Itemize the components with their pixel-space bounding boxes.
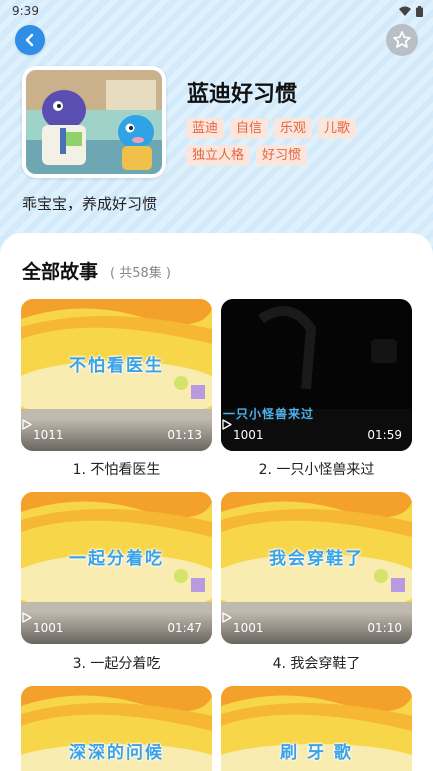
episode-card[interactable]: 深深的问候 (21, 686, 212, 771)
wifi-icon (399, 6, 411, 16)
play-icon (222, 419, 232, 430)
episode-card[interactable]: 一起分着吃 1001 01:47 (21, 492, 212, 644)
play-count-value: 1001 (233, 428, 264, 442)
status-icons (399, 5, 423, 17)
episode-duration: 01:47 (167, 621, 202, 635)
episode-stats: 1011 01:13 (21, 419, 212, 451)
favorite-button[interactable] (386, 24, 418, 56)
episode-duration: 01:10 (367, 621, 402, 635)
album-cover-illustration (26, 70, 162, 174)
album-description: 乖宝宝，养成好习惯 (22, 195, 158, 213)
battery-icon (416, 5, 423, 17)
episode-stats: 1001 01:47 (21, 612, 212, 644)
episode-art-title: 一起分着吃 (69, 549, 164, 569)
tag[interactable]: 好习惯 (256, 145, 308, 166)
play-count: 1001 (22, 612, 64, 635)
episode-art-title: 刷 牙 歌 (280, 743, 353, 763)
tag[interactable]: 蓝迪 (186, 118, 225, 139)
album-title: 蓝迪好习惯 (187, 82, 298, 107)
episode-stats: 1001 01:10 (221, 612, 412, 644)
play-count-value: 1001 (33, 621, 64, 635)
star-outline-icon (393, 31, 411, 48)
episode-duration: 01:59 (367, 428, 402, 442)
play-count-value: 1001 (233, 621, 264, 635)
status-bar: 9:39 (0, 0, 433, 22)
section-title: 全部故事 (22, 261, 99, 283)
album-cover (22, 66, 166, 178)
tag[interactable]: 独立人格 (186, 145, 251, 166)
episode-count: ( 共58集 ) (110, 266, 171, 281)
play-icon (22, 419, 32, 430)
play-icon (22, 612, 32, 623)
play-count: 1001 (222, 419, 264, 442)
episode-art-title: 深深的问候 (69, 743, 164, 763)
tag-list: 蓝迪 自信 乐观 儿歌 独立人格 好习惯 (186, 118, 386, 166)
episode-art-title: 不怕看医生 (69, 356, 164, 376)
episode-caption[interactable]: 2. 一只小怪兽来过 (221, 459, 412, 479)
episode-card[interactable]: 我会穿鞋了 1001 01:10 (221, 492, 412, 644)
episode-card[interactable]: 一只小怪兽来过 1001 01:59 (221, 299, 412, 451)
episode-caption[interactable]: 1. 不怕看医生 (21, 459, 212, 479)
play-count-value: 1011 (33, 428, 64, 442)
play-icon (222, 612, 232, 623)
episode-card[interactable]: 刷 牙 歌 (221, 686, 412, 771)
episode-card[interactable]: 不怕看医生 1011 01:13 (21, 299, 212, 451)
play-count: 1011 (22, 419, 64, 442)
episode-caption[interactable]: 4. 我会穿鞋了 (221, 653, 412, 673)
status-time: 9:39 (12, 4, 39, 18)
episode-duration: 01:13 (167, 428, 202, 442)
play-count: 1001 (222, 612, 264, 635)
back-button[interactable] (15, 25, 45, 55)
episode-stats: 1001 01:59 (221, 419, 412, 451)
tag[interactable]: 自信 (230, 118, 269, 139)
tag[interactable]: 儿歌 (318, 118, 357, 139)
episode-caption[interactable]: 3. 一起分着吃 (21, 653, 212, 673)
chevron-left-icon (25, 33, 34, 47)
episode-art-title: 我会穿鞋了 (269, 549, 364, 569)
tag[interactable]: 乐观 (274, 118, 313, 139)
